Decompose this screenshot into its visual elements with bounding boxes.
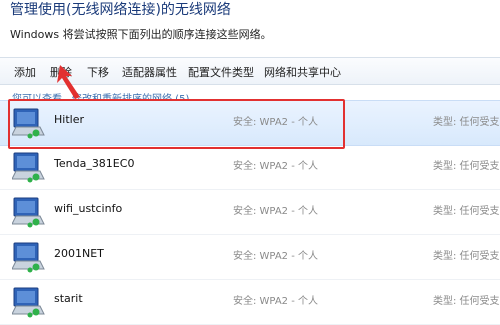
network-name: Tenda_381EC0 xyxy=(54,157,135,170)
page-title: 管理使用(无线网络连接)的无线网络 xyxy=(10,2,231,18)
add-button[interactable]: 添加 xyxy=(14,64,36,80)
adapter-properties-button[interactable]: 适配器属性 xyxy=(122,64,177,80)
network-type: 类型: 任何受支 xyxy=(433,206,500,217)
network-security: 安全: WPA2 - 个人 xyxy=(233,296,318,307)
network-row-wifi-ustcinfo[interactable]: wifi_ustcinfo 安全: WPA2 - 个人 类型: 任何受支 xyxy=(0,190,500,235)
network-type: 类型: 任何受支 xyxy=(433,117,500,128)
move-down-button[interactable]: 下移 xyxy=(87,64,109,80)
network-type: 类型: 任何受支 xyxy=(433,296,500,307)
network-security: 安全: WPA2 - 个人 xyxy=(233,161,318,172)
network-name: 2001NET xyxy=(54,247,104,260)
network-security: 安全: WPA2 - 个人 xyxy=(233,251,318,262)
profile-type-button[interactable]: 配置文件类型 xyxy=(188,64,254,80)
network-row-2001net[interactable]: 2001NET 安全: WPA2 - 个人 类型: 任何受支 xyxy=(0,235,500,280)
network-sharing-center-button[interactable]: 网络和共享中心 xyxy=(264,64,341,80)
annotation-highlight-box xyxy=(8,99,345,149)
network-name: wifi_ustcinfo xyxy=(54,202,123,215)
network-type: 类型: 任何受支 xyxy=(433,251,500,262)
network-row-starit[interactable]: starit 安全: WPA2 - 个人 类型: 任何受支 xyxy=(0,280,500,325)
wireless-network-icon xyxy=(11,151,46,183)
network-type: 类型: 任何受支 xyxy=(433,161,500,172)
network-name: starit xyxy=(54,292,83,305)
wireless-network-icon xyxy=(11,196,46,228)
wireless-network-icon xyxy=(11,286,46,318)
header: 管理使用(无线网络连接)的无线网络 Windows 将尝试按照下面列出的顺序连接… xyxy=(0,0,500,55)
network-row-tenda[interactable]: Tenda_381EC0 安全: WPA2 - 个人 类型: 任何受支 xyxy=(0,145,500,190)
wireless-network-icon xyxy=(11,241,46,273)
network-security: 安全: WPA2 - 个人 xyxy=(233,206,318,217)
page-subtitle: Windows 将尝试按照下面列出的顺序连接这些网络。 xyxy=(10,28,272,41)
red-arrow-icon xyxy=(54,64,84,100)
